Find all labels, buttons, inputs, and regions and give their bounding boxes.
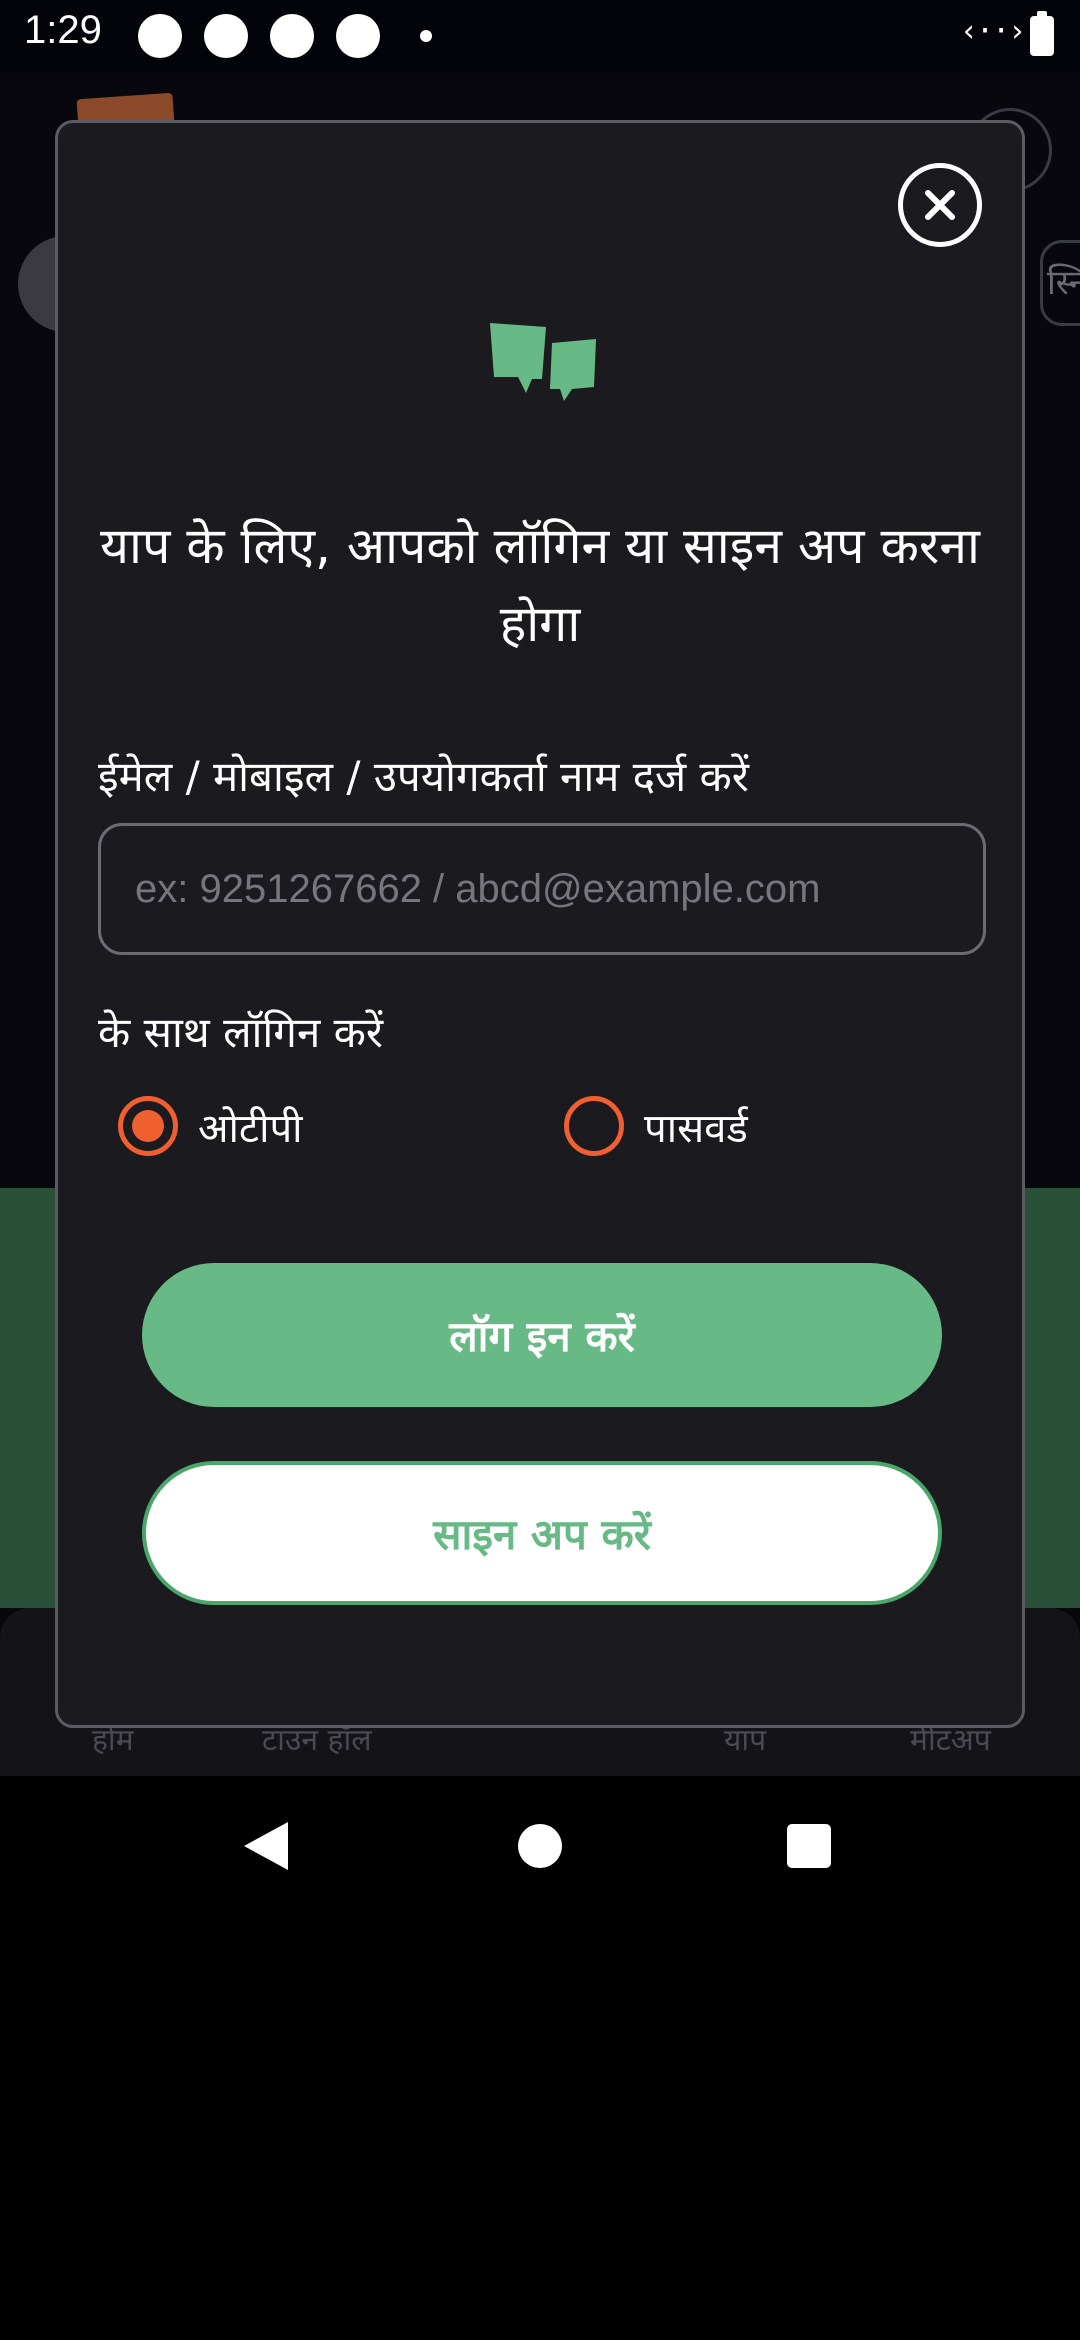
system-navigation-bar [0, 1776, 1080, 1920]
notification-icon [270, 14, 314, 58]
login-method-label: के साथ लॉगिन करें [98, 1008, 384, 1057]
home-circle-icon[interactable] [518, 1824, 562, 1868]
radio-selected-icon[interactable] [118, 1096, 178, 1156]
status-time: 1:29 [24, 8, 102, 52]
signup-button[interactable]: साइन अप करें [142, 1461, 942, 1605]
login-modal: याप के लिए, आपको लॉगिन या साइन अप करना ह… [55, 120, 1025, 1728]
screen: स्नि होम टाउन हॉल याप मीटअप 1:29 ‹··›! य… [0, 0, 1080, 2340]
data-indicator-icon: ‹··›! [960, 14, 1042, 49]
more-notifications-icon [420, 30, 432, 42]
radio-unselected-icon[interactable] [564, 1096, 624, 1156]
notification-icon [138, 14, 182, 58]
radio-password-label: पासवर्ड [644, 1105, 748, 1152]
close-button[interactable] [898, 163, 982, 247]
modal-heading: याप के लिए, आपको लॉगिन या साइन अप करना ह… [100, 517, 980, 653]
battery-icon [1030, 11, 1054, 56]
close-icon [925, 190, 955, 220]
identifier-field-label: ईमेल / मोबाइल / उपयोगकर्ता नाम दर्ज करें [98, 752, 749, 801]
status-bar: 1:29 ‹··›! [0, 0, 1080, 72]
radio-otp[interactable]: ओटीपी [118, 1093, 303, 1159]
chat-bubbles-logo-icon [490, 323, 596, 401]
notification-icon [204, 14, 248, 58]
identifier-input[interactable] [98, 823, 986, 955]
back-triangle-icon[interactable] [244, 1822, 288, 1870]
recents-square-icon[interactable] [787, 1824, 831, 1868]
radio-password[interactable]: पासवर्ड [564, 1093, 748, 1159]
radio-otp-label: ओटीपी [198, 1105, 303, 1152]
login-button[interactable]: लॉग इन करें [142, 1263, 942, 1407]
background-filter-chip: स्नि [1040, 240, 1080, 326]
notification-icon [336, 14, 380, 58]
